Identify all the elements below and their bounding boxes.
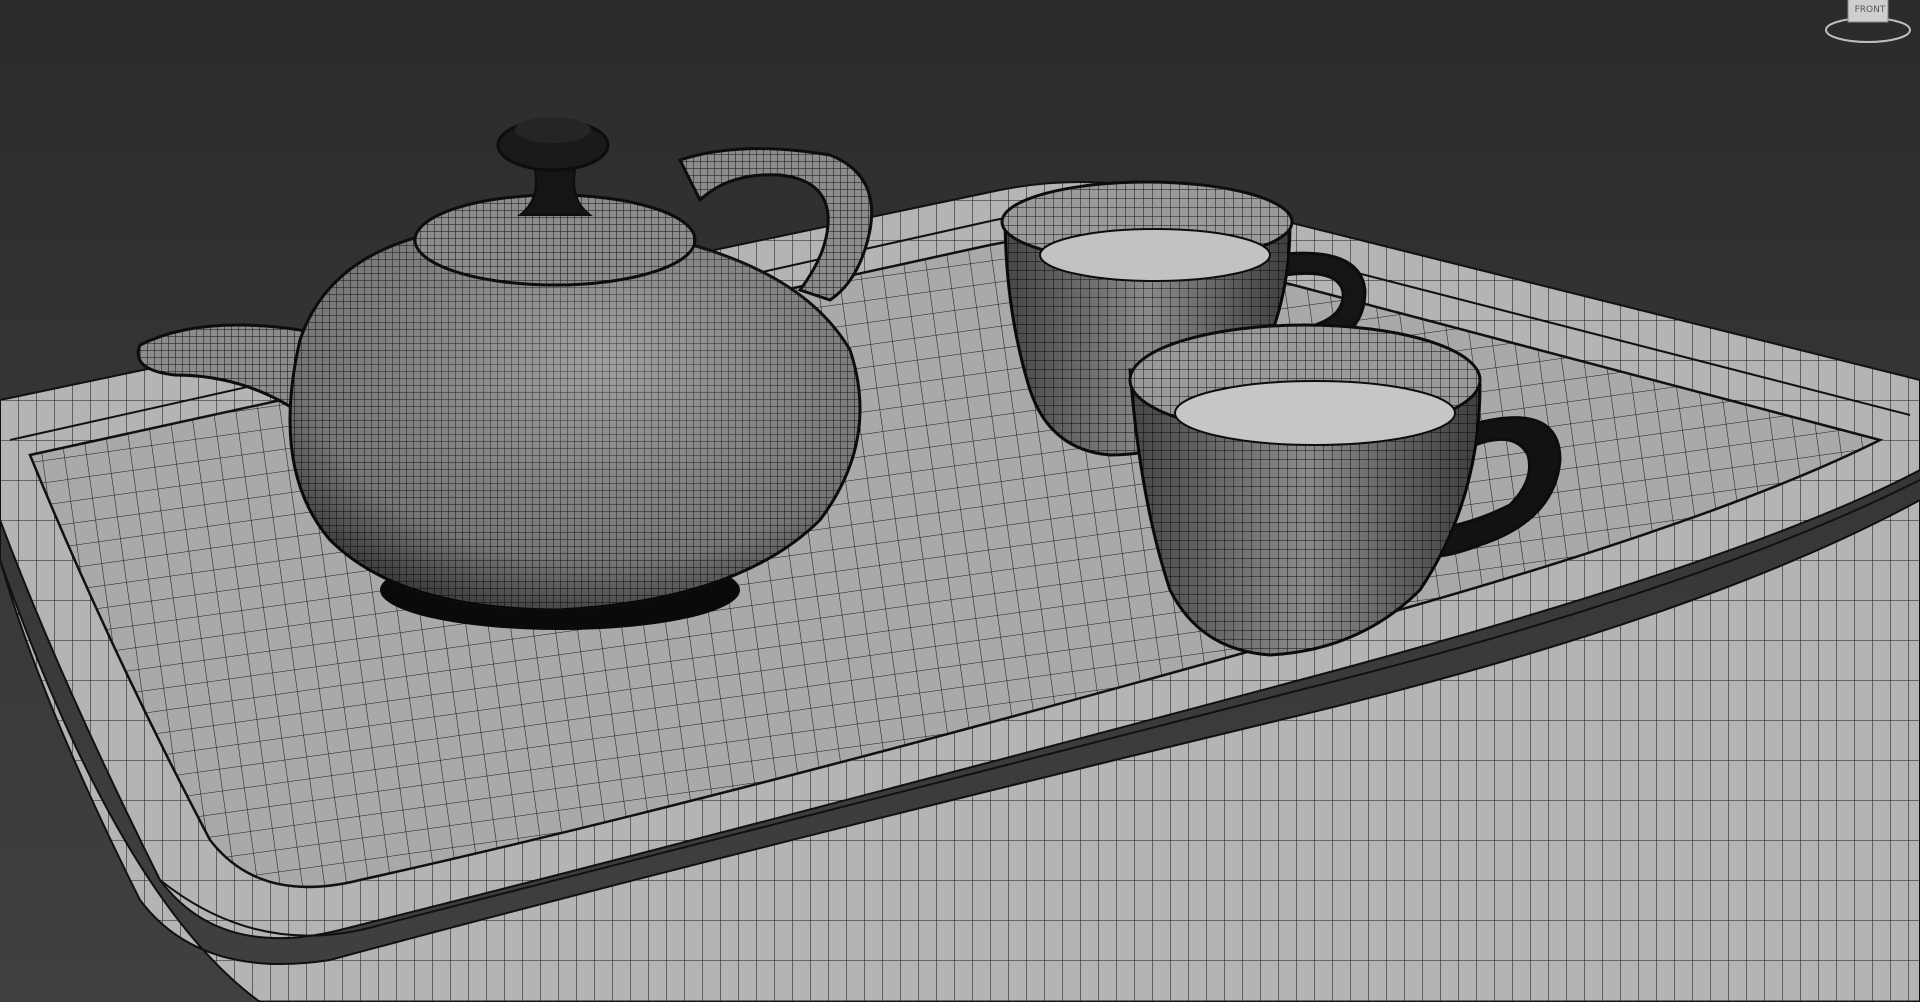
viewcube-face-label[interactable]: FRONT [1855, 5, 1886, 15]
3d-viewport[interactable]: FRONT [0, 0, 1920, 1002]
viewcube-icon[interactable]: FRONT [1818, 0, 1918, 48]
tray-object[interactable] [0, 181, 1920, 1002]
scene-render[interactable] [0, 0, 1920, 1002]
